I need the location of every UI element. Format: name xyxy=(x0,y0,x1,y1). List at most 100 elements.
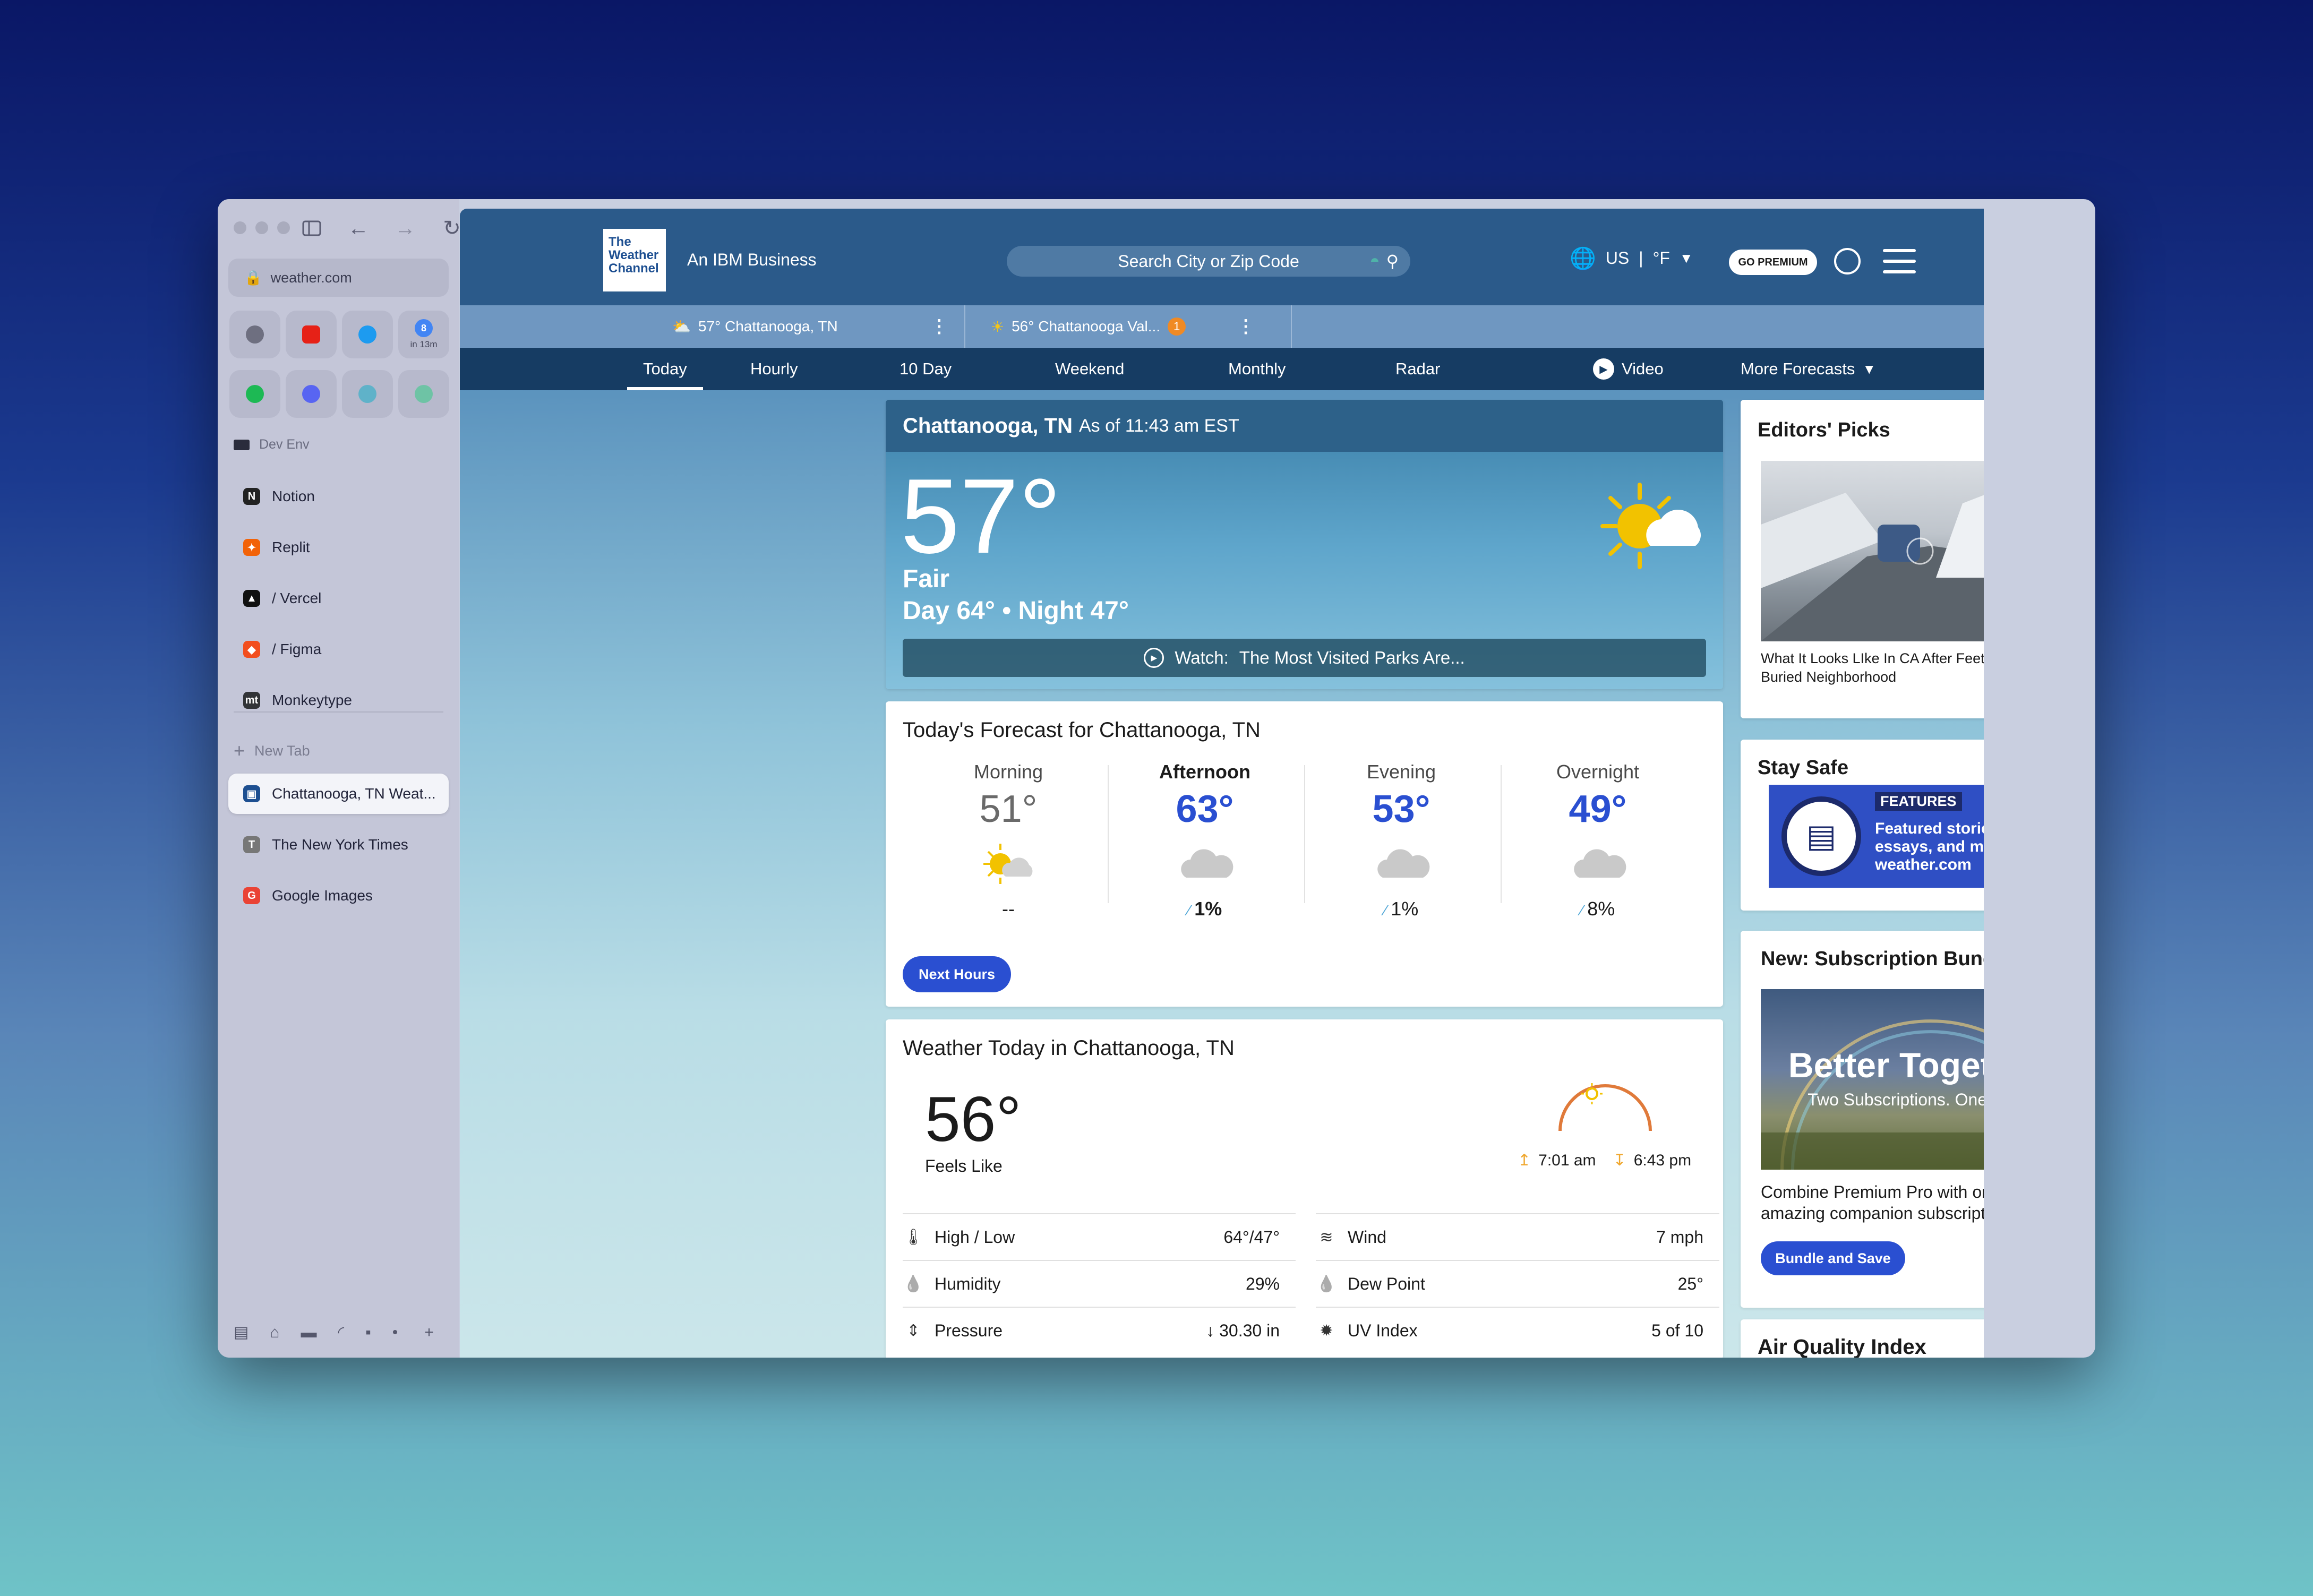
pinned-arc[interactable] xyxy=(342,370,393,418)
nav-today[interactable]: Today xyxy=(627,348,703,390)
editors-pick-image[interactable] xyxy=(1761,461,1984,641)
tab-item[interactable]: ▣ Chattanooga, TN Weat... xyxy=(228,774,449,814)
forecast-period-morning[interactable]: Morning 51° -- xyxy=(910,761,1107,920)
subscription-subline: Two Subscriptions. One Price. xyxy=(1807,1090,1984,1109)
archive-icon[interactable]: ▤ xyxy=(234,1323,249,1342)
location-name: Chattanooga, TN xyxy=(903,414,1073,437)
period-temp: 53° xyxy=(1372,788,1430,830)
back-icon[interactable]: ← xyxy=(345,215,372,242)
precip-value: 1% xyxy=(1194,898,1222,920)
humidity-icon: 💧 xyxy=(903,1275,923,1293)
metric-label: Humidity xyxy=(935,1274,1001,1293)
sidebar-item-vercel[interactable]: ▲ / Vercel xyxy=(228,578,449,619)
current-conditions-header: Chattanooga, TN As of 11:43 am EST xyxy=(886,400,1723,452)
tab-label: Google Images xyxy=(272,887,373,904)
locale-unit: °F xyxy=(1652,248,1670,268)
period-temp: 51° xyxy=(979,788,1038,830)
tab-item[interactable]: T The New York Times xyxy=(228,825,449,865)
twitter-icon xyxy=(358,325,376,344)
pinned-discord[interactable] xyxy=(286,370,337,418)
close-window-button[interactable] xyxy=(234,221,246,234)
recent-location-1[interactable]: ⛅ 57° Chattanooga, TN ⋮ xyxy=(672,305,948,348)
chatgpt-icon xyxy=(415,385,433,403)
current-condition: Fair xyxy=(903,565,950,593)
arc-icon[interactable]: ◜ xyxy=(338,1323,344,1342)
sidebar-bottom-bar: ▤ ⌂ ▬ ◜ ▪ • + xyxy=(234,1323,434,1342)
forecast-period-overnight[interactable]: Overnight 49° ⁄ 8% xyxy=(1500,761,1696,920)
metric-value: 5 of 10 xyxy=(1651,1320,1703,1340)
sunset-icon: ↧ xyxy=(1613,1152,1626,1169)
sidebar-item-monkeytype[interactable]: mt Monkeytype xyxy=(228,680,449,720)
more-options-icon[interactable]: ⋮ xyxy=(1237,316,1255,337)
monkeytype-icon: mt xyxy=(243,692,260,709)
forward-icon[interactable]: → xyxy=(392,215,418,242)
watch-video-bar[interactable]: ▶ Watch: The Most Visited Parks Are... xyxy=(903,639,1706,677)
stay-safe-card: Stay Safe ▤ FEATURES Featured stories, p… xyxy=(1741,740,1984,911)
location-icon[interactable]: ◓ xyxy=(1369,251,1380,271)
nav-weekend[interactable]: Weekend xyxy=(1055,348,1124,390)
more-options-icon[interactable]: ⋮ xyxy=(930,316,948,337)
sidebar-toggle-icon[interactable] xyxy=(298,215,325,242)
notion-icon: N xyxy=(243,488,260,505)
pinned-twitter[interactable] xyxy=(342,311,393,358)
new-tab-button[interactable]: + New Tab xyxy=(234,740,310,762)
dot-icon[interactable]: • xyxy=(392,1324,398,1342)
minimize-window-button[interactable] xyxy=(255,221,268,234)
sidebar-item-figma[interactable]: ◆ / Figma xyxy=(228,629,449,670)
account-icon[interactable] xyxy=(1834,248,1861,274)
go-premium-button[interactable]: GO PREMIUM xyxy=(1729,250,1817,275)
subscription-banner[interactable]: Better Together. Two Subscriptions. One … xyxy=(1761,989,1984,1170)
hamburger-menu-icon[interactable] xyxy=(1883,249,1916,273)
library-icon[interactable]: ⌂ xyxy=(270,1324,279,1342)
spotify-icon xyxy=(246,385,264,403)
pinned-github[interactable] xyxy=(229,311,280,358)
thermometer-icon: 🌡 xyxy=(903,1228,924,1246)
locale-selector[interactable]: 🌐 US | °F ▼ xyxy=(1570,246,1693,271)
favicon-icon: T xyxy=(243,836,260,853)
features-banner[interactable]: ▤ FEATURES Featured stories, photo essay… xyxy=(1769,785,1984,888)
zoom-window-button[interactable] xyxy=(277,221,290,234)
search-icon[interactable]: ⚲ xyxy=(1386,251,1399,271)
nav-more-forecasts[interactable]: More Forecasts ▼ xyxy=(1741,348,1876,390)
forecast-period-evening[interactable]: Evening 53° ⁄ 1% xyxy=(1303,761,1500,920)
sidebar-item-replit[interactable]: ✦ Replit xyxy=(228,527,449,568)
air-quality-title: Air Quality Index xyxy=(1758,1335,1926,1358)
sidebar-toolbar: ← → ↻ xyxy=(298,215,465,242)
sidebar-item-notion[interactable]: N Notion xyxy=(228,476,449,517)
sidebar-folder[interactable]: Dev Env xyxy=(234,437,309,452)
editors-pick-caption[interactable]: What It Looks LIke In CA After Feet Of S… xyxy=(1761,649,1984,687)
locale-country: US xyxy=(1605,248,1630,268)
next-hours-button[interactable]: Next Hours xyxy=(903,956,1011,992)
weather-channel-logo[interactable]: The Weather Channel xyxy=(603,229,666,291)
tab-item[interactable]: G Google Images xyxy=(228,876,449,916)
nav-hourly[interactable]: Hourly xyxy=(750,348,798,390)
pinned-chatgpt[interactable] xyxy=(398,370,449,418)
nav-monthly[interactable]: Monthly xyxy=(1228,348,1286,390)
recent-location-2[interactable]: ☀ 56° Chattanooga Val... 1 ⋮ xyxy=(991,305,1255,348)
precip-chance: ⁄ 1% xyxy=(1107,898,1303,920)
arc-icon xyxy=(358,385,376,403)
locale-separator: | xyxy=(1639,248,1643,268)
pinned-youtube[interactable] xyxy=(286,311,337,358)
url-bar[interactable]: 🔒 weather.com xyxy=(228,259,449,297)
nav-video[interactable]: ▶ Video xyxy=(1593,348,1664,390)
forecast-period-afternoon[interactable]: Afternoon 63° ⁄ 1% xyxy=(1107,761,1303,920)
bundle-and-save-button[interactable]: Bundle and Save xyxy=(1761,1241,1905,1275)
sunrise-sunset: ↥ 7:01 am ↧ 6:43 pm xyxy=(1518,1151,1691,1170)
nav-10-day[interactable]: 10 Day xyxy=(899,348,952,390)
precip-chance: -- xyxy=(910,898,1107,920)
partly-sunny-icon: ⛅ xyxy=(672,318,691,335)
period-label: Morning xyxy=(973,761,1043,783)
metric-value: ↓ 30.30 in xyxy=(1206,1320,1280,1340)
editors-picks-card: Editors' Picks What It Looks LIke In CA … xyxy=(1741,400,1984,718)
partly-sunny-icon xyxy=(1600,483,1701,569)
camera-icon[interactable]: ▪ xyxy=(365,1324,371,1342)
search-input[interactable]: Search City or Zip Code ◓ ⚲ xyxy=(1007,246,1410,277)
pinned-spotify[interactable] xyxy=(229,370,280,418)
add-space-icon[interactable]: + xyxy=(424,1324,434,1342)
precip-value: -- xyxy=(1002,898,1015,920)
nav-radar[interactable]: Radar xyxy=(1395,348,1440,390)
pinned-calendar[interactable]: 8 in 13m xyxy=(398,311,449,358)
stay-safe-title: Stay Safe xyxy=(1758,757,1849,779)
terminal-icon[interactable]: ▬ xyxy=(301,1324,316,1342)
